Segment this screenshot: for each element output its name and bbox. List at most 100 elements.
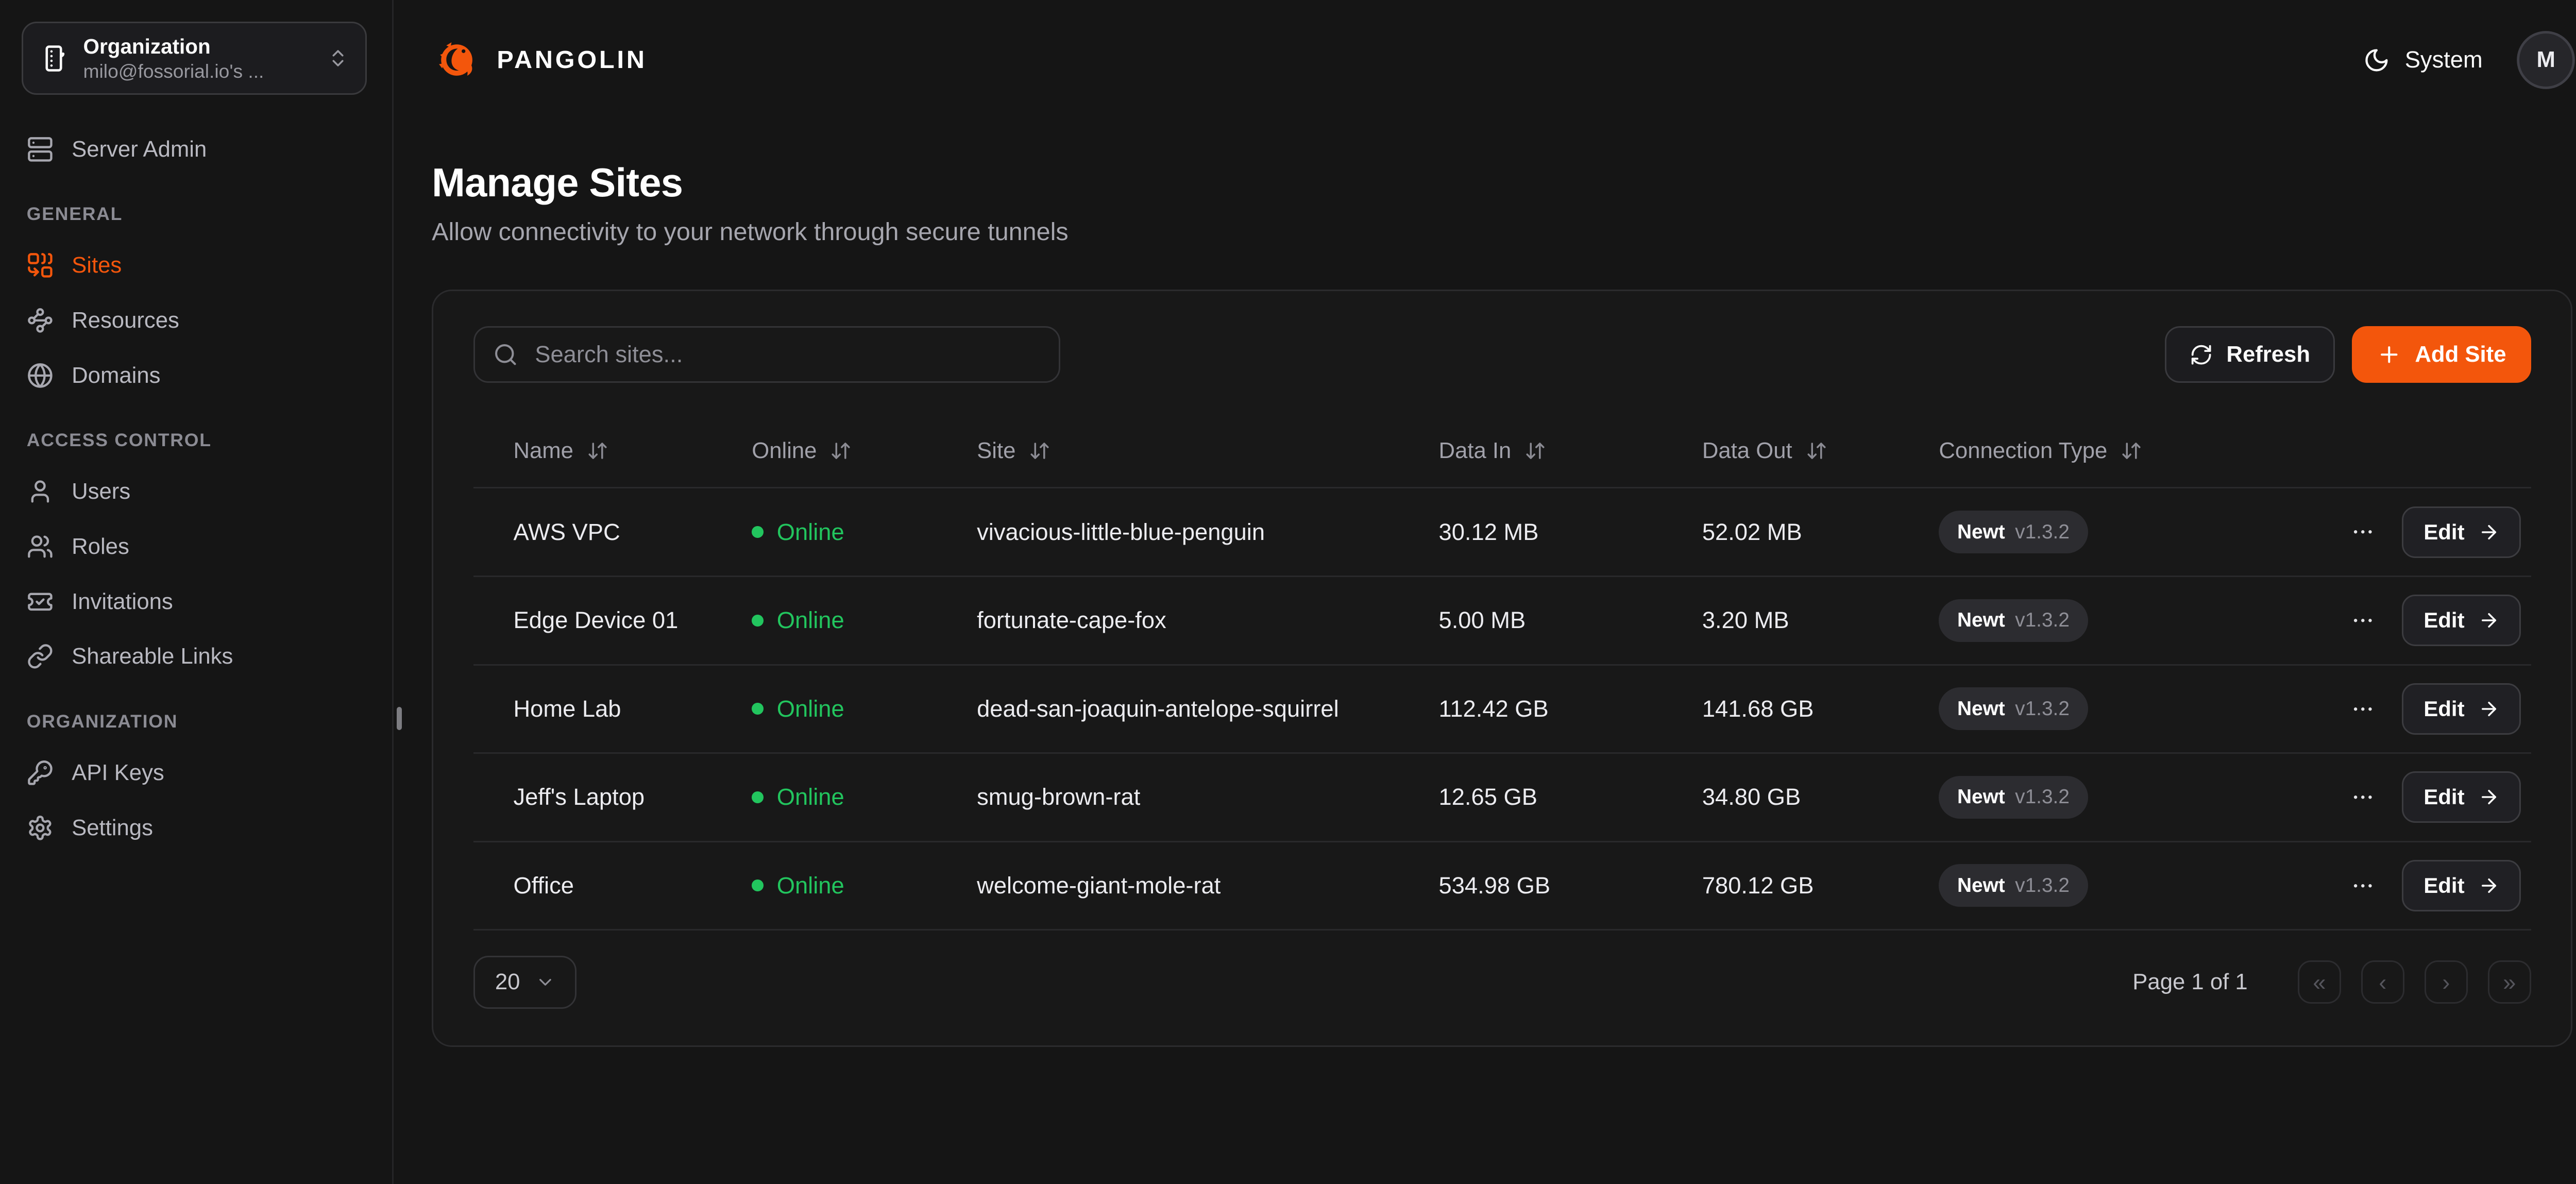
cell-actions: Edit — [2358, 683, 2531, 735]
cell-connection-type: Newtv1.3.2 — [1939, 864, 2357, 907]
sidebar-resize-handle[interactable] — [397, 707, 402, 730]
cell-online: Online — [752, 519, 977, 546]
column-label: Connection Type — [1939, 438, 2107, 464]
org-switcher[interactable]: Organization milo@fossorial.io's ... — [22, 22, 367, 95]
sidebar-item-label: Settings — [72, 815, 153, 841]
edit-button[interactable]: Edit — [2402, 771, 2521, 823]
sidebar-item-label: Server Admin — [72, 137, 207, 162]
sidebar-heading-access-control: ACCESS CONTROL — [27, 430, 362, 451]
column-header-data-out[interactable]: Data Out — [1702, 438, 1939, 464]
sidebar-item-api-keys[interactable]: API Keys — [27, 745, 362, 800]
sidebar-item-roles[interactable]: Roles — [27, 519, 362, 574]
chevron-down-icon — [535, 972, 555, 992]
chevron-right-icon: › — [2442, 971, 2450, 994]
column-header-site[interactable]: Site — [977, 438, 1438, 464]
connection-type-label: Newt — [1957, 786, 2005, 808]
app-window: Organization milo@fossorial.io's ... Ser… — [0, 0, 2576, 1184]
cell-name: Office — [513, 872, 752, 899]
refresh-button-label: Refresh — [2226, 342, 2310, 367]
row-menu-button[interactable] — [2350, 785, 2376, 810]
cell-name: Edge Device 01 — [513, 607, 752, 634]
theme-toggle-label: System — [2405, 46, 2483, 73]
column-header-online[interactable]: Online — [752, 438, 977, 464]
column-label: Data In — [1439, 438, 1512, 464]
server-icon — [27, 136, 54, 163]
edit-button-label: Edit — [2424, 785, 2464, 809]
brand-name: PANGOLIN — [497, 45, 647, 74]
connection-type-badge: Newtv1.3.2 — [1939, 864, 2088, 907]
arrow-right-icon — [2478, 698, 2500, 720]
row-menu-button[interactable] — [2350, 608, 2376, 633]
cell-online: Online — [752, 784, 977, 810]
org-switcher-value: milo@fossorial.io's ... — [83, 59, 264, 83]
search-input[interactable] — [532, 340, 1041, 369]
theme-toggle[interactable]: System — [2363, 46, 2483, 73]
cell-data-out: 34.80 GB — [1702, 784, 1939, 810]
first-page-button[interactable]: « — [2298, 960, 2341, 1004]
row-menu-button[interactable] — [2350, 697, 2376, 722]
sidebar-item-label: Users — [72, 479, 130, 504]
sort-icon — [2121, 440, 2142, 462]
cell-name: AWS VPC — [513, 519, 752, 546]
search-box — [473, 326, 1060, 383]
column-header-connection-type[interactable]: Connection Type — [1939, 438, 2357, 464]
edit-button-label: Edit — [2424, 520, 2464, 545]
online-status-label: Online — [777, 607, 844, 634]
column-label: Name — [513, 438, 573, 464]
column-header-data-in[interactable]: Data In — [1439, 438, 1702, 464]
sidebar-item-label: Invitations — [72, 589, 173, 615]
online-status-label: Online — [777, 519, 844, 546]
gear-icon — [27, 815, 54, 841]
link-icon — [27, 643, 54, 670]
waypoints-icon — [27, 307, 54, 334]
sidebar-item-resources[interactable]: Resources — [27, 293, 362, 348]
search-icon — [493, 342, 518, 367]
sidebar-item-users[interactable]: Users — [27, 464, 362, 519]
connection-type-badge: Newtv1.3.2 — [1939, 511, 2088, 553]
online-status-label: Online — [777, 872, 844, 899]
brand-logo[interactable]: PANGOLIN — [432, 35, 647, 85]
sidebar-item-settings[interactable]: Settings — [27, 800, 362, 855]
moon-icon — [2363, 47, 2390, 74]
edit-button[interactable]: Edit — [2402, 595, 2521, 646]
next-page-button[interactable]: › — [2425, 960, 2468, 1004]
cell-data-in: 12.65 GB — [1439, 784, 1702, 810]
pangolin-logo-icon — [432, 35, 482, 85]
cell-site: smug-brown-rat — [977, 784, 1438, 810]
row-menu-button[interactable] — [2350, 873, 2376, 899]
row-menu-button[interactable] — [2350, 519, 2376, 545]
refresh-button[interactable]: Refresh — [2165, 326, 2335, 383]
edit-button[interactable]: Edit — [2402, 860, 2521, 911]
edit-button[interactable]: Edit — [2402, 506, 2521, 558]
sidebar-item-sites[interactable]: Sites — [27, 238, 362, 293]
sidebar-item-domains[interactable]: Domains — [27, 348, 362, 403]
column-header-name[interactable]: Name — [513, 438, 752, 464]
cell-actions: Edit — [2358, 771, 2531, 823]
avatar[interactable]: M — [2519, 33, 2573, 87]
last-page-button[interactable]: » — [2488, 960, 2531, 1004]
sidebar-item-server-admin[interactable]: Server Admin — [27, 122, 362, 177]
sort-icon — [1524, 440, 1546, 462]
combine-icon — [27, 252, 54, 279]
top-header: PANGOLIN System M — [432, 0, 2572, 120]
sidebar-section-access-control: ACCESS CONTROL Users Roles Invitations S… — [27, 430, 362, 684]
column-label: Online — [752, 438, 817, 464]
cell-data-out: 3.20 MB — [1702, 607, 1939, 634]
connection-version-label: v1.3.2 — [2015, 609, 2070, 632]
previous-page-button[interactable]: ‹ — [2361, 960, 2404, 1004]
connection-type-label: Newt — [1957, 521, 2005, 544]
edit-button[interactable]: Edit — [2402, 683, 2521, 735]
sidebar-heading-general: GENERAL — [27, 204, 362, 225]
connection-version-label: v1.3.2 — [2015, 786, 2070, 808]
sidebar-item-invitations[interactable]: Invitations — [27, 574, 362, 629]
add-site-button[interactable]: Add Site — [2352, 326, 2531, 383]
chevrons-up-down-icon — [327, 47, 349, 69]
cell-data-in: 534.98 GB — [1439, 872, 1702, 899]
sidebar-item-shareable-links[interactable]: Shareable Links — [27, 629, 362, 684]
org-switcher-label: Organization — [83, 33, 264, 60]
page-size-select[interactable]: 20 — [473, 956, 577, 1009]
connection-type-badge: Newtv1.3.2 — [1939, 599, 2088, 642]
table-row: Jeff's Laptop Online smug-brown-rat 12.6… — [473, 754, 2531, 842]
page-title: Manage Sites — [432, 160, 2572, 206]
edit-button-label: Edit — [2424, 697, 2464, 721]
